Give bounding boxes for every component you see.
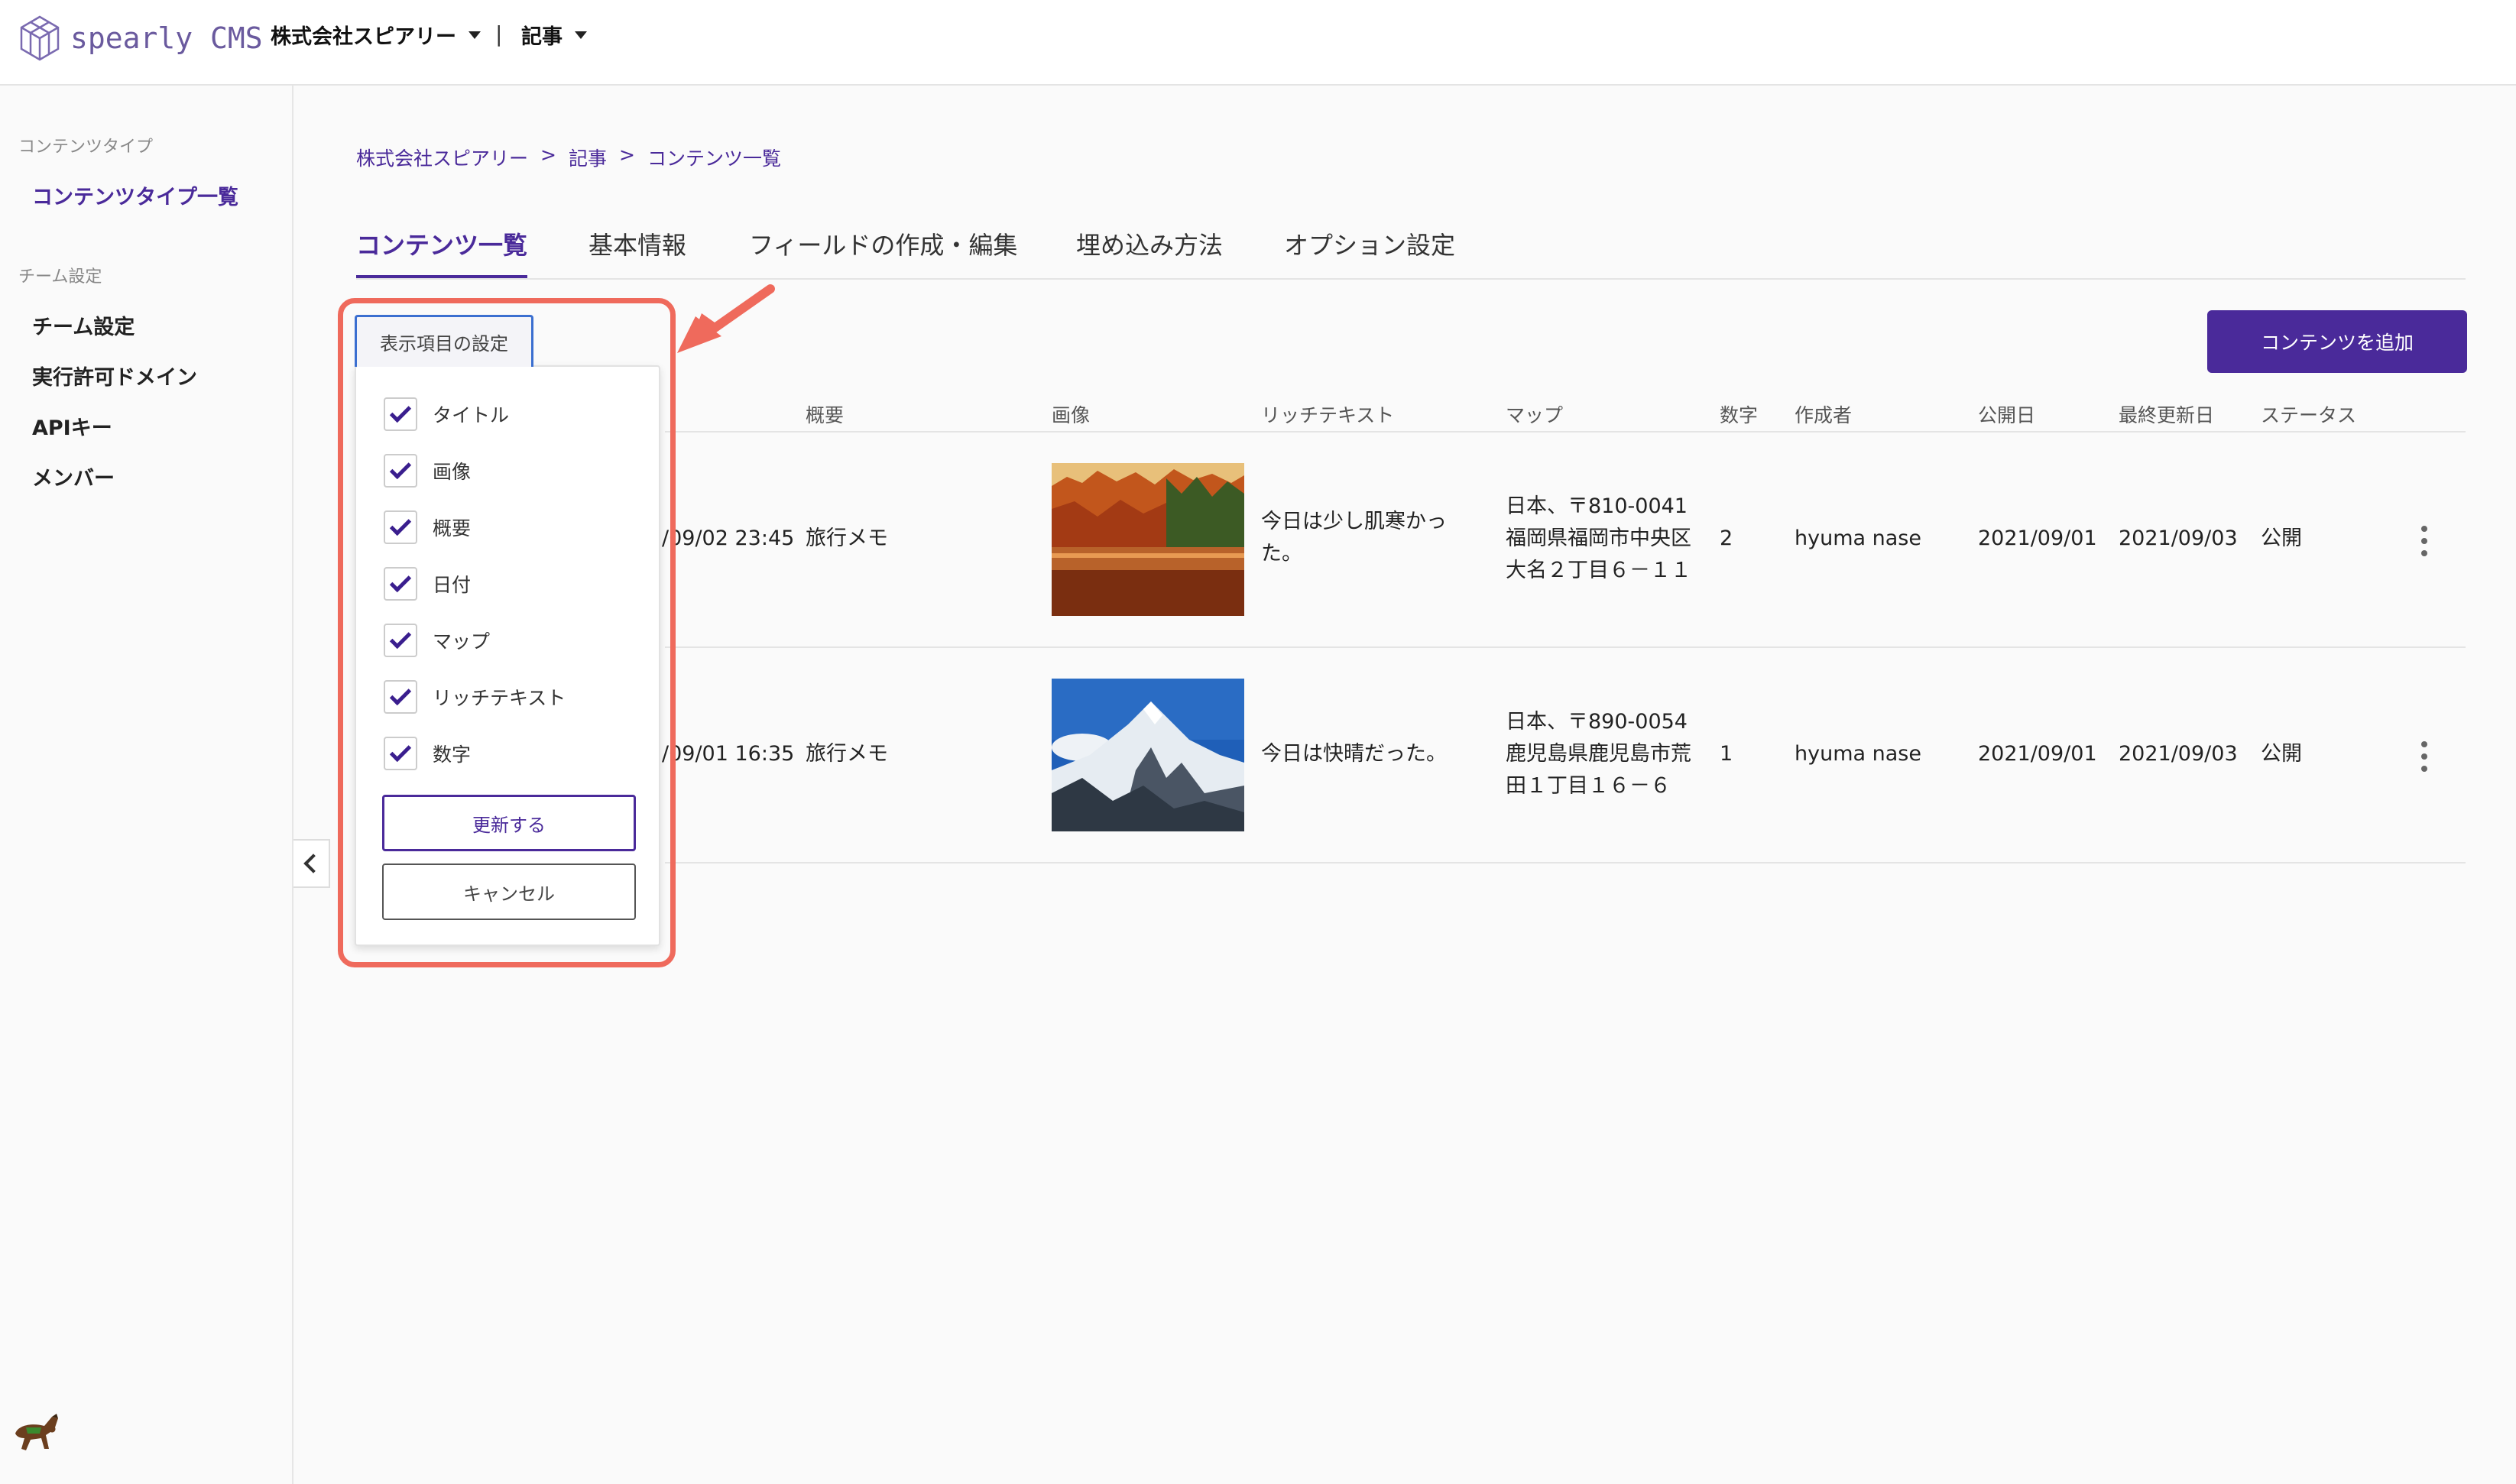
cell-published: 2021/09/01 [1978, 527, 2097, 550]
column-header-published[interactable]: 公開日 [1978, 400, 2035, 428]
column-header-rich-text[interactable]: リッチテキスト [1261, 400, 1394, 428]
sidebar-item-allowed-domains[interactable]: 実行許可ドメイン [32, 361, 197, 390]
tab-basic-info[interactable]: 基本情報 [588, 226, 686, 275]
cell-summary: 旅行メモ [806, 527, 888, 550]
sidebar: コンテンツタイプ コンテンツタイプ一覧 チーム設定 チーム設定 実行許可ドメイン… [0, 86, 293, 1484]
cell-summary: 旅行メモ [806, 742, 888, 766]
column-header-status[interactable]: ステータス [2261, 400, 2356, 428]
sidebar-section-content-types: コンテンツタイプ [18, 138, 154, 157]
tab-embed[interactable]: 埋め込み方法 [1076, 226, 1223, 275]
image-thumbnail-autumn-lake [1052, 463, 1244, 616]
annotation-highlight-box [338, 298, 676, 967]
breadcrumb-separator: > [540, 144, 556, 166]
sidebar-section-team: チーム設定 [18, 267, 102, 287]
logo-text: spearly CMS [70, 21, 263, 55]
table-divider [665, 862, 2466, 864]
cell-rich-text-line2: た。 [1261, 542, 1302, 565]
caret-down-icon [469, 31, 481, 39]
org-menu[interactable]: 株式会社スピアリー [271, 20, 481, 50]
column-header-updated[interactable]: 最終更新日 [2119, 400, 2214, 428]
cell-updated: 2021/09/03 [2119, 527, 2238, 550]
table-divider [665, 431, 2466, 433]
cell-status: 公開 [2261, 742, 2302, 766]
cell-number: 2 [1720, 527, 1733, 550]
cell-rich-text-line1: 今日は少し肌寒かっ [1261, 510, 1447, 533]
sidebar-collapse-button[interactable] [293, 839, 330, 888]
top-header: spearly CMS 株式会社スピアリー | 記事 [0, 0, 2516, 86]
more-options-icon[interactable] [2421, 741, 2427, 772]
breadcrumb-item-content-list[interactable]: コンテンツ一覧 [647, 144, 781, 171]
table-divider [665, 646, 2466, 648]
header-separator: | [495, 21, 503, 47]
cell-author: hyuma nase [1795, 742, 1921, 766]
sidebar-item-content-types[interactable]: コンテンツタイプ一覧 [32, 180, 238, 210]
sidebar-item-team-settings[interactable]: チーム設定 [32, 310, 135, 340]
cell-number: 1 [1720, 742, 1733, 766]
column-header-number[interactable]: 数字 [1720, 400, 1758, 428]
more-options-icon[interactable] [2421, 526, 2427, 556]
sidebar-item-api-keys[interactable]: APIキー [32, 411, 112, 441]
add-content-button[interactable]: コンテンツを追加 [2207, 310, 2467, 373]
tab-bar: コンテンツ一覧 基本情報 フィールドの作成・編集 埋め込み方法 オプション設定 [356, 226, 2466, 280]
cell-map-line2: 福岡県福岡市中央区 [1506, 527, 1691, 550]
cell-rich-text-line1: 今日は快晴だった。 [1261, 742, 1447, 766]
column-header-summary[interactable]: 概要 [806, 400, 844, 428]
cell-map-line1: 日本、〒810-0041 [1506, 494, 1688, 518]
cell-map-line3: 田１丁目１６－６ [1506, 774, 1671, 798]
cell-map-line3: 大名２丁目６－１１ [1506, 559, 1691, 582]
tab-fields[interactable]: フィールドの作成・編集 [749, 226, 1017, 275]
cell-published: 2021/09/01 [1978, 742, 2097, 766]
cell-updated: 2021/09/03 [2119, 742, 2238, 766]
spearly-logo-icon [20, 15, 60, 61]
tab-options[interactable]: オプション設定 [1284, 226, 1455, 275]
section-menu[interactable]: 記事 [521, 20, 587, 50]
chevron-left-icon [303, 854, 323, 873]
column-header-author[interactable]: 作成者 [1795, 400, 1852, 428]
cell-map-line1: 日本、〒890-0054 [1506, 710, 1688, 734]
cell-status: 公開 [2261, 527, 2302, 550]
caret-down-icon [575, 31, 587, 39]
image-thumbnail-snow-mountain [1052, 679, 1244, 831]
org-menu-label: 株式会社スピアリー [271, 25, 456, 49]
cell-date: /09/02 23:45 [662, 527, 795, 550]
breadcrumb-separator: > [618, 144, 635, 166]
cell-map-line2: 鹿児島県鹿児島市荒 [1506, 742, 1691, 766]
section-menu-label: 記事 [521, 25, 563, 49]
horse-icon [15, 1414, 58, 1450]
logo[interactable]: spearly CMS [18, 14, 263, 63]
column-header-map[interactable]: マップ [1506, 400, 1563, 428]
tab-content-list[interactable]: コンテンツ一覧 [356, 226, 528, 278]
annotation-arrow-icon [677, 284, 775, 353]
sidebar-item-members[interactable]: メンバー [32, 462, 115, 491]
cell-author: hyuma nase [1795, 527, 1921, 550]
column-header-image[interactable]: 画像 [1052, 400, 1090, 428]
cell-date: /09/01 16:35 [662, 742, 795, 766]
breadcrumb-item-org[interactable]: 株式会社スピアリー [356, 144, 528, 171]
breadcrumb: 株式会社スピアリー > 記事 > コンテンツ一覧 [356, 144, 781, 171]
breadcrumb-item-section[interactable]: 記事 [569, 144, 607, 171]
